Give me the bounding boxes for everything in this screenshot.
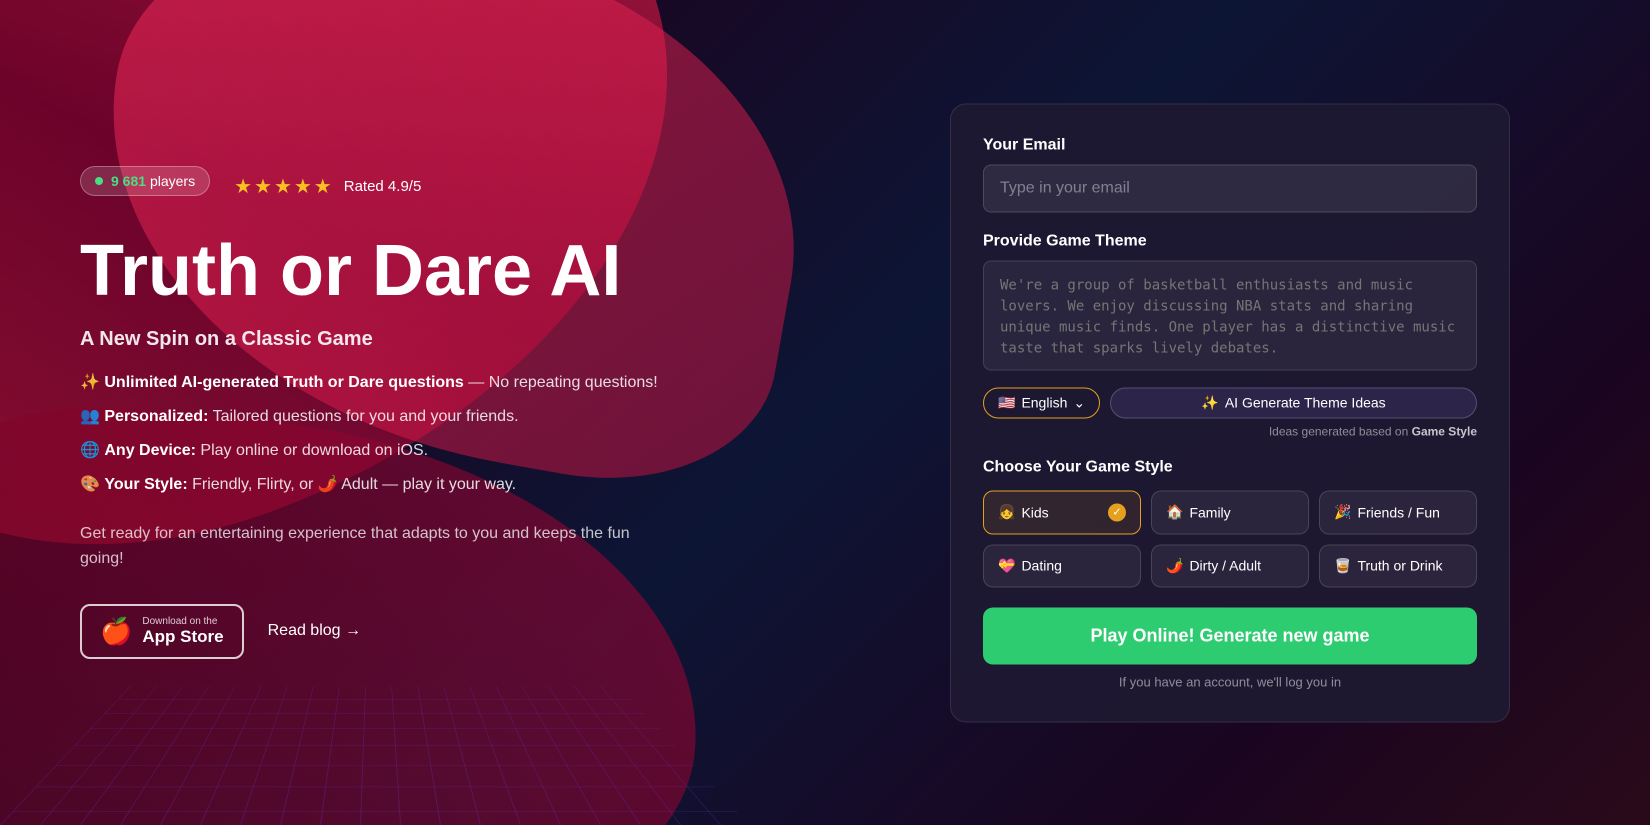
- family-label: Family: [1189, 504, 1230, 520]
- ai-btn-label: AI Generate Theme Ideas: [1225, 395, 1386, 411]
- game-styles-grid: 👧 Kids ✓ 🏠 Family 🎉 Friends / Fun 💝 Dati…: [983, 490, 1477, 587]
- feature-rest: Play online or download on iOS.: [200, 442, 428, 459]
- apple-icon: 🍎: [100, 616, 132, 647]
- play-button[interactable]: Play Online! Generate new game: [983, 607, 1477, 664]
- language-button[interactable]: 🇺🇸 English ⌄: [983, 387, 1100, 418]
- players-count: 9 681: [111, 173, 146, 189]
- dating-label: Dating: [1021, 558, 1061, 574]
- left-panel: 9 681 players ★★★★★ Rated 4.9/5 Truth or…: [0, 0, 820, 825]
- players-dot: [95, 177, 103, 185]
- feature-item: ✨ Unlimited AI-generated Truth or Dare q…: [80, 371, 740, 395]
- adult-emoji: 🌶️: [1166, 557, 1183, 574]
- app-store-button[interactable]: 🍎 Download on the App Store: [80, 604, 244, 659]
- stars: ★★★★★: [234, 174, 334, 199]
- read-blog-button[interactable]: Read blog →: [268, 622, 361, 640]
- feature-bold: Your Style:: [104, 476, 187, 493]
- players-text: 9 681 players: [111, 173, 195, 189]
- style-family-button[interactable]: 🏠 Family: [1151, 490, 1309, 534]
- adult-label: Dirty / Adult: [1189, 558, 1261, 574]
- hint-prefix: Ideas generated based on: [1269, 424, 1408, 438]
- cta-row: 🍎 Download on the App Store Read blog →: [80, 604, 740, 659]
- theme-controls: 🇺🇸 English ⌄ ✨ AI Generate Theme Ideas: [983, 387, 1477, 418]
- feature-item: 👥 Personalized: Tailored questions for y…: [80, 405, 740, 429]
- ai-generate-button[interactable]: ✨ AI Generate Theme Ideas: [1110, 387, 1477, 418]
- feature-emoji: 🎨: [80, 476, 100, 493]
- family-emoji: 🏠: [1166, 504, 1183, 521]
- rating-text: Rated 4.9/5: [344, 178, 422, 195]
- style-kids-button[interactable]: 👧 Kids ✓: [983, 490, 1141, 534]
- drink-emoji: 🥃: [1334, 557, 1351, 574]
- hint-bold: Game Style: [1412, 424, 1477, 438]
- style-drink-button[interactable]: 🥃 Truth or Drink: [1319, 544, 1477, 587]
- main-title: Truth or Dare AI: [80, 232, 740, 311]
- flag-icon: 🇺🇸: [998, 394, 1015, 411]
- feature-bold: Any Device:: [104, 442, 196, 459]
- email-input[interactable]: [983, 164, 1477, 212]
- feature-rest: Friendly, Flirty, or 🌶️ Adult — play it …: [192, 476, 516, 493]
- feature-bold: Personalized:: [104, 408, 208, 425]
- sparkle-icon: ✨: [1201, 394, 1218, 411]
- players-label: players: [150, 173, 195, 189]
- feature-rest: Tailored questions for you and your frie…: [213, 408, 519, 425]
- feature-rest: — No repeating questions!: [468, 374, 657, 391]
- chevron-down-icon: ⌄: [1073, 394, 1085, 411]
- friends-label: Friends / Fun: [1357, 504, 1439, 520]
- login-hint: If you have an account, we'll log you in: [983, 674, 1477, 689]
- rating-row: ★★★★★ Rated 4.9/5: [234, 174, 421, 199]
- friends-emoji: 🎉: [1334, 504, 1351, 521]
- feature-emoji: 👥: [80, 408, 100, 425]
- lang-label: English: [1021, 395, 1067, 411]
- players-badge: 9 681 players: [80, 166, 210, 196]
- app-store-text: Download on the App Store: [142, 616, 223, 647]
- kids-label: Kids: [1021, 504, 1048, 520]
- theme-textarea[interactable]: [983, 260, 1477, 370]
- description: Get ready for an entertaining experience…: [80, 521, 640, 572]
- app-store-large-text: App Store: [142, 627, 223, 647]
- feature-item: 🎨 Your Style: Friendly, Flirty, or 🌶️ Ad…: [80, 473, 740, 497]
- feature-bold: Unlimited AI-generated Truth or Dare que…: [104, 374, 463, 391]
- dating-emoji: 💝: [998, 557, 1015, 574]
- style-dating-button[interactable]: 💝 Dating: [983, 544, 1141, 587]
- drink-label: Truth or Drink: [1357, 558, 1442, 574]
- feature-emoji: 🌐: [80, 442, 100, 459]
- hint-text: Ideas generated based on Game Style: [983, 424, 1477, 438]
- app-store-small-text: Download on the: [142, 616, 217, 627]
- style-adult-button[interactable]: 🌶️ Dirty / Adult: [1151, 544, 1309, 587]
- theme-label: Provide Game Theme: [983, 232, 1477, 250]
- check-icon: ✓: [1108, 503, 1126, 521]
- feature-item: 🌐 Any Device: Play online or download on…: [80, 439, 740, 463]
- right-panel: Your Email Provide Game Theme 🇺🇸 English…: [950, 103, 1510, 722]
- kids-emoji: 👧: [998, 504, 1015, 521]
- subtitle: A New Spin on a Classic Game: [80, 328, 740, 351]
- features-list: ✨ Unlimited AI-generated Truth or Dare q…: [80, 371, 740, 497]
- email-label: Your Email: [983, 136, 1477, 154]
- feature-emoji: ✨: [80, 374, 100, 391]
- game-style-title: Choose Your Game Style: [983, 458, 1477, 476]
- style-friends-button[interactable]: 🎉 Friends / Fun: [1319, 490, 1477, 534]
